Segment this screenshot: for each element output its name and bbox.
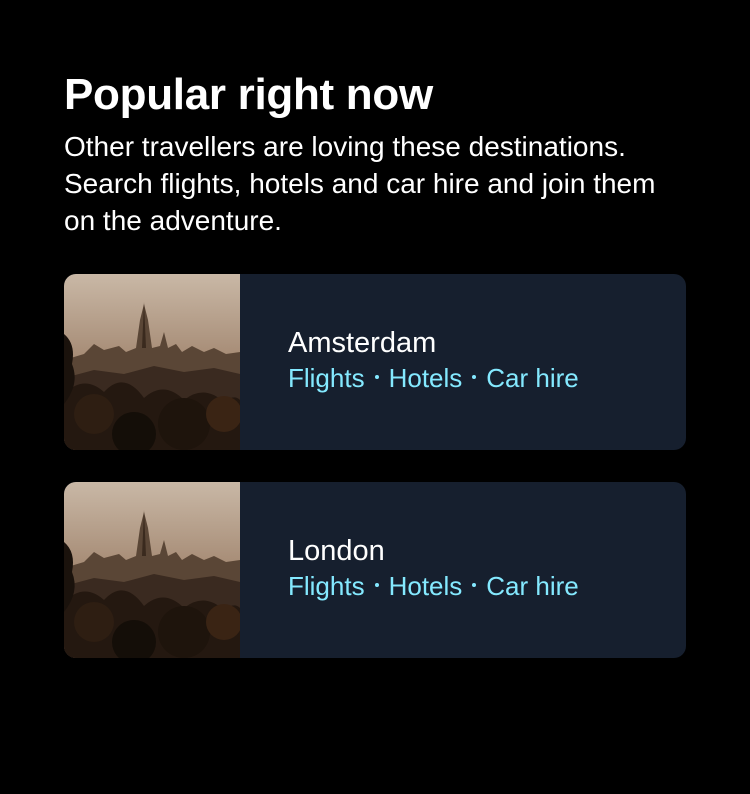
separator-dot: [374, 583, 379, 587]
flights-link[interactable]: Flights: [288, 569, 365, 603]
card-body: Amsterdam Flights Hotels Car hire: [240, 274, 579, 450]
car-hire-link[interactable]: Car hire: [486, 361, 578, 395]
destination-card-amsterdam[interactable]: Amsterdam Flights Hotels Car hire: [64, 274, 686, 450]
separator-dot: [374, 375, 379, 379]
destination-name[interactable]: Amsterdam: [288, 325, 579, 361]
section-subtitle: Other travellers are loving these destin…: [64, 131, 656, 236]
popular-section: Popular right now Other travellers are l…: [64, 68, 686, 239]
destination-card-london[interactable]: London Flights Hotels Car hire: [64, 482, 686, 658]
hotels-link[interactable]: Hotels: [389, 569, 463, 603]
car-hire-link[interactable]: Car hire: [486, 569, 578, 603]
section-title: Popular right now: [64, 70, 433, 119]
destination-photo: [64, 274, 240, 450]
hotels-link[interactable]: Hotels: [389, 361, 463, 395]
separator-dot: [472, 375, 477, 379]
separator-dot: [472, 583, 477, 587]
card-body: London Flights Hotels Car hire: [240, 482, 579, 658]
destination-links: Flights Hotels Car hire: [288, 361, 579, 395]
destination-name[interactable]: London: [288, 533, 579, 569]
destination-links: Flights Hotels Car hire: [288, 569, 579, 603]
destination-photo: [64, 482, 240, 658]
flights-link[interactable]: Flights: [288, 361, 365, 395]
